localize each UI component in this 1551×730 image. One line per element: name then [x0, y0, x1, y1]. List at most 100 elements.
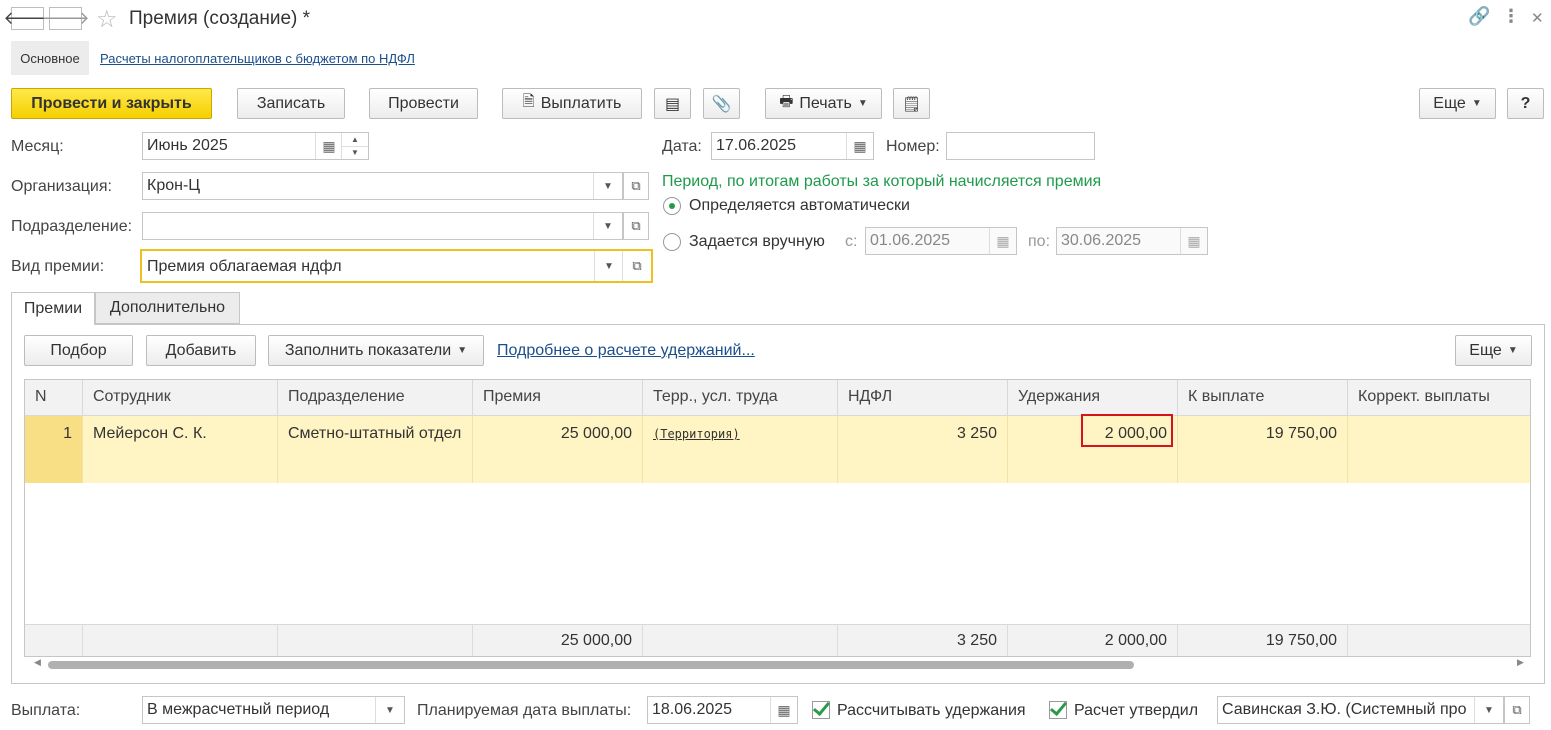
open-icon[interactable]: ⧉ [622, 251, 651, 281]
post-and-close-button[interactable]: Провести и закрыть [11, 88, 212, 119]
approver-field[interactable]: Савинская З.Ю. (Системный про ▼ [1217, 696, 1504, 724]
kebab-icon[interactable]: ⋮ [1502, 6, 1520, 27]
star-icon[interactable]: ☆ [96, 5, 118, 34]
save-button[interactable]: Записать [237, 88, 345, 119]
open-organization-button[interactable]: ⧉ [623, 172, 649, 200]
select-button[interactable]: Подбор [24, 335, 133, 366]
payment-field[interactable]: В межрасчетный период ▼ [142, 696, 405, 724]
total-deductions: 2 000,00 [1008, 624, 1178, 656]
help-button[interactable]: ? [1507, 88, 1544, 119]
section-ndfl-link[interactable]: Расчеты налогоплательщиков с бюджетом по… [100, 51, 415, 66]
column-header[interactable]: Сотрудник [83, 380, 278, 416]
coins-doc-icon: 🗎 [522, 93, 535, 110]
open-department-button[interactable]: ⧉ [623, 212, 649, 240]
manual-period-label: Задается вручную [689, 233, 825, 250]
chevron-down-icon[interactable]: ▼ [375, 697, 404, 723]
bonus-type-field[interactable]: Премия облагаемая ндфл ▼ ⧉ [140, 249, 653, 283]
payment-label: Выплата: [11, 702, 81, 719]
attach-button[interactable]: 📎 [703, 88, 740, 119]
open-approver-button[interactable]: ⧉ [1504, 696, 1530, 724]
more-button[interactable]: Еще ▼ [1419, 88, 1496, 119]
planned-date-label: Планируемая дата выплаты: [417, 702, 632, 719]
deductions-details-link[interactable]: Подробнее о расчете удержаний... [497, 342, 755, 360]
print-button[interactable]: 🖶 Печать ▼ [765, 88, 882, 119]
from-label: с: [845, 233, 858, 250]
month-field[interactable]: Июнь 2025 ▦ ▲ ▼ [142, 132, 369, 160]
horizontal-scrollbar[interactable] [48, 661, 1134, 669]
report-button[interactable]: 🗒 [893, 88, 930, 119]
chevron-down-icon[interactable]: ▼ [594, 251, 623, 281]
column-header[interactable]: Удержания [1008, 380, 1178, 416]
back-button[interactable]: 🡐 [3, 7, 52, 30]
to-label: по: [1028, 233, 1051, 250]
total-cell [83, 624, 278, 656]
territory-link[interactable]: (Территория) [653, 427, 740, 441]
auto-period-label: Определяется автоматически [689, 197, 910, 214]
organization-field[interactable]: Крон-Ц ▼ [142, 172, 623, 200]
chevron-down-icon[interactable]: ▼ [1474, 697, 1503, 723]
correction-cell[interactable] [1348, 416, 1530, 483]
column-header[interactable]: К выплате [1178, 380, 1348, 416]
scroll-right-icon[interactable]: ▶ [1517, 657, 1524, 668]
chevron-down-icon[interactable]: ▼ [593, 173, 622, 199]
number-label: Номер: [886, 138, 940, 155]
post-button[interactable]: Провести [369, 88, 478, 119]
pay-button[interactable]: 🗎 Выплатить [502, 88, 642, 119]
manual-period-radio[interactable] [663, 233, 681, 251]
list-icon: ▤ [664, 95, 681, 113]
arrow-right-icon: 🡒 [41, 8, 90, 28]
report-icon: 🗒 [901, 95, 922, 113]
calendar-icon[interactable]: ▦ [1180, 228, 1207, 254]
section-main[interactable]: Основное [11, 41, 89, 75]
add-button[interactable]: Добавить [146, 335, 256, 366]
scroll-left-icon[interactable]: ◀ [34, 657, 41, 668]
tab-bonuses[interactable]: Премии [11, 292, 95, 325]
column-header[interactable]: N [25, 380, 83, 416]
forward-button[interactable]: 🡒 [41, 7, 90, 30]
ndfl-cell[interactable]: 3 250 [838, 416, 1008, 483]
column-header[interactable]: Подразделение [278, 380, 473, 416]
open-icon: ⧉ [631, 218, 641, 233]
total-bonus: 25 000,00 [473, 624, 643, 656]
calendar-icon[interactable]: ▦ [315, 133, 342, 159]
to-date-field[interactable]: 30.06.2025 ▦ [1056, 227, 1208, 255]
department-label: Подразделение: [11, 218, 133, 235]
increment-icon[interactable]: ▲ [341, 133, 368, 147]
department-field[interactable]: ▼ [142, 212, 623, 240]
column-header[interactable]: Терр., усл. труда [643, 380, 838, 416]
paperclip-icon: 📎 [711, 95, 732, 113]
number-field[interactable] [946, 132, 1095, 160]
close-icon[interactable]: ✕ [1531, 9, 1544, 27]
table-more-button[interactable]: Еще ▼ [1455, 335, 1532, 366]
decrement-icon[interactable]: ▼ [341, 146, 368, 159]
date-field[interactable]: 17.06.2025 ▦ [711, 132, 874, 160]
total-to-pay: 19 750,00 [1178, 624, 1348, 656]
chevron-down-icon: ▼ [1507, 345, 1518, 356]
total-cell [1348, 624, 1530, 656]
to-pay-cell[interactable]: 19 750,00 [1178, 416, 1348, 483]
territory-cell[interactable]: (Территория) [643, 416, 838, 483]
calendar-icon[interactable]: ▦ [846, 133, 873, 159]
auto-period-radio[interactable] [663, 197, 681, 215]
tab-additional[interactable]: Дополнительно [95, 292, 240, 324]
calendar-icon[interactable]: ▦ [989, 228, 1016, 254]
total-ndfl: 3 250 [838, 624, 1008, 656]
column-header[interactable]: Премия [473, 380, 643, 416]
department-cell[interactable]: Сметно-штатный отдел [278, 416, 473, 483]
calc-deductions-checkbox[interactable] [812, 701, 830, 719]
open-icon: ⧉ [1512, 702, 1522, 717]
column-header[interactable]: Коррект. выплаты [1348, 380, 1530, 416]
organization-label: Организация: [11, 178, 112, 195]
employee-cell[interactable]: Мейерсон С. К. [83, 416, 278, 483]
fill-indicators-button[interactable]: Заполнить показатели ▼ [268, 335, 484, 366]
planned-date-field[interactable]: 18.06.2025 ▦ [647, 696, 798, 724]
chevron-down-icon[interactable]: ▼ [593, 213, 622, 239]
calendar-icon[interactable]: ▦ [770, 697, 797, 723]
bonus-cell[interactable]: 25 000,00 [473, 416, 643, 483]
from-date-field[interactable]: 01.06.2025 ▦ [865, 227, 1017, 255]
approved-checkbox[interactable] [1049, 701, 1067, 719]
column-header[interactable]: НДФЛ [838, 380, 1008, 416]
link-icon[interactable]: 🔗 [1468, 6, 1490, 27]
list-button[interactable]: ▤ [654, 88, 691, 119]
calc-deductions-label: Рассчитывать удержания [837, 702, 1026, 719]
